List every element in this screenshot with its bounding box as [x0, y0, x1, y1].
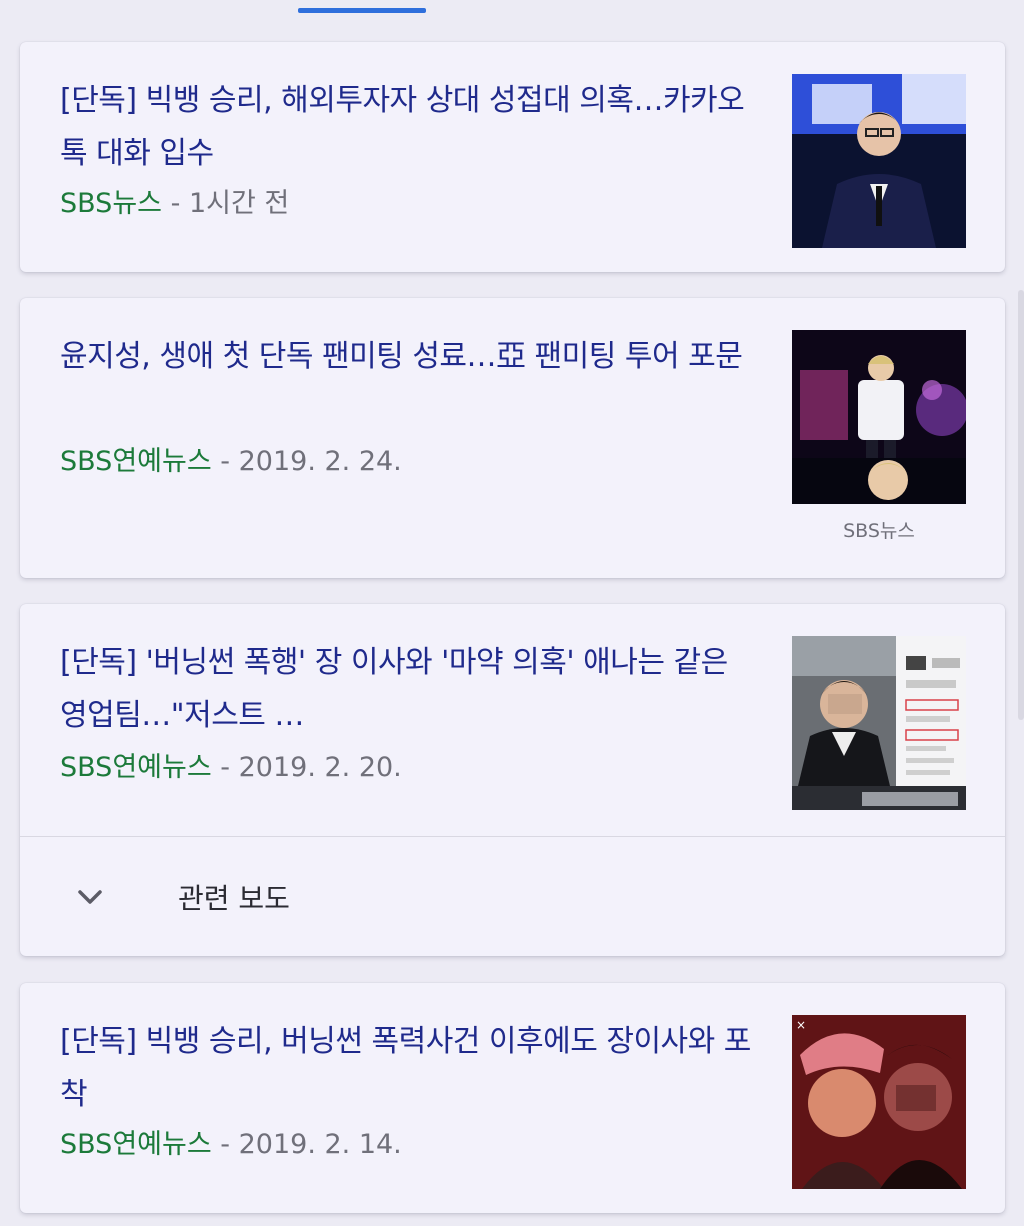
news-card[interactable]: [단독] 빅뱅 승리, 해외투자자 상대 성접대 의혹…카카오톡 대화 입수 S… [20, 42, 1005, 272]
article-source: SBS연예뉴스 [60, 1129, 212, 1160]
article-thumbnail[interactable]: × [792, 1015, 966, 1189]
top-tab-bar [0, 0, 1024, 24]
article-headline[interactable]: 윤지성, 생애 첫 단독 팬미팅 성료…亞 팬미팅 투어 포문 [60, 330, 760, 383]
article-source: SBS연예뉴스 [60, 446, 212, 477]
article-source: SBS뉴스 [60, 188, 163, 219]
related-coverage-label[interactable]: 관련 보도 [178, 877, 290, 917]
article-date: 1시간 전 [188, 188, 290, 219]
article-meta: SBS연예뉴스 - 2019. 2. 20. [60, 750, 402, 786]
article-source: SBS연예뉴스 [60, 752, 212, 783]
svg-text:×: × [796, 1018, 806, 1032]
article-thumbnail[interactable] [792, 330, 966, 504]
news-card[interactable]: 윤지성, 생애 첫 단독 팬미팅 성료…亞 팬미팅 투어 포문 SBS연예뉴스 … [20, 298, 1005, 578]
article-meta: SBS뉴스 - 1시간 전 [60, 186, 289, 222]
chevron-down-icon[interactable] [76, 883, 104, 911]
article-meta: SBS연예뉴스 - 2019. 2. 24. [60, 444, 402, 480]
news-card-with-related: [단독] '버닝썬 폭행' 장 이사와 '마약 의혹' 애나는 같은 영업팀…"… [20, 604, 1005, 956]
article-date: 2019. 2. 14. [238, 1129, 402, 1160]
article-thumbnail[interactable] [792, 636, 966, 810]
news-card[interactable]: [단독] 빅뱅 승리, 버닝썬 폭력사건 이후에도 장이사와 포착 SBS연예뉴… [20, 983, 1005, 1213]
meta-separator: - [162, 188, 189, 219]
article-headline[interactable]: [단독] 빅뱅 승리, 해외투자자 상대 성접대 의혹…카카오톡 대화 입수 [60, 74, 760, 180]
scrollbar[interactable] [1018, 290, 1024, 720]
related-coverage-toggle[interactable]: 관련 보도 [20, 837, 1005, 957]
article-headline[interactable]: [단독] '버닝썬 폭행' 장 이사와 '마약 의혹' 애나는 같은 영업팀…"… [60, 636, 760, 742]
thumbnail-caption: SBS뉴스 [843, 520, 915, 542]
meta-separator: - [211, 752, 239, 783]
article-thumbnail[interactable] [792, 74, 966, 248]
article-date: 2019. 2. 20. [238, 752, 402, 783]
active-tab-indicator [298, 8, 426, 13]
article-meta: SBS연예뉴스 - 2019. 2. 14. [60, 1127, 402, 1163]
article-headline[interactable]: [단독] 빅뱅 승리, 버닝썬 폭력사건 이후에도 장이사와 포착 [60, 1015, 760, 1121]
meta-separator: - [211, 446, 239, 477]
meta-separator: - [211, 1129, 239, 1160]
article-date: 2019. 2. 24. [238, 446, 402, 477]
